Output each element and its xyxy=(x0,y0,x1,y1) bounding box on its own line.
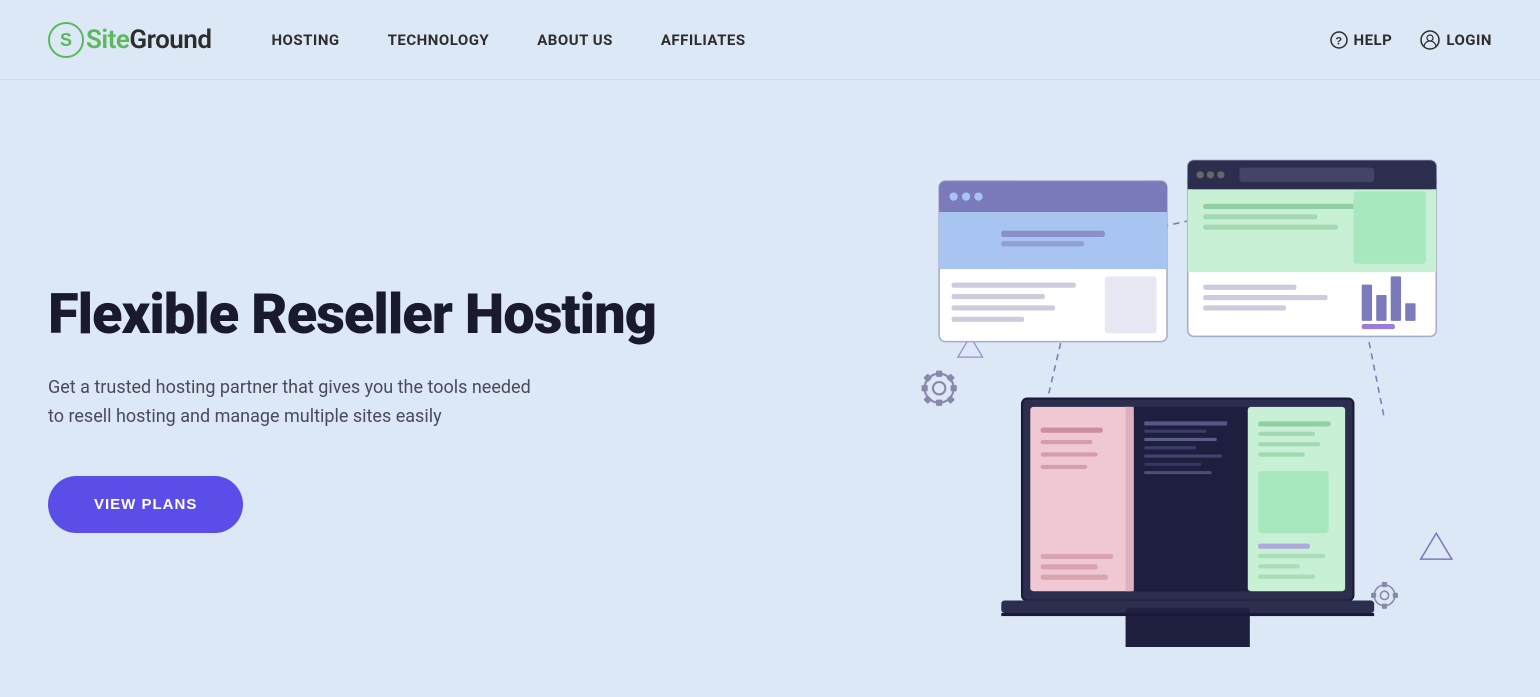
logo-text: SiteGround xyxy=(86,25,211,55)
login-link[interactable]: LOGIN xyxy=(1420,30,1492,50)
nav-right: ? HELP LOGIN xyxy=(1330,30,1493,50)
user-icon xyxy=(1420,30,1440,50)
nav-item-affiliates[interactable]: AFFILIATES xyxy=(661,31,746,49)
logo[interactable]: S SiteGround xyxy=(48,22,211,58)
nav-item-technology[interactable]: TECHNOLOGY xyxy=(388,31,490,49)
view-plans-button[interactable]: VIEW PLANS xyxy=(48,476,243,533)
help-link[interactable]: ? HELP xyxy=(1330,31,1393,49)
svg-text:?: ? xyxy=(1335,35,1342,47)
hero-section: Flexible Reseller Hosting Get a trusted … xyxy=(0,80,1540,697)
hero-subtitle: Get a trusted hosting partner that gives… xyxy=(48,374,548,432)
logo-icon: S xyxy=(48,22,84,58)
help-label: HELP xyxy=(1354,31,1393,49)
nav-item-hosting[interactable]: HOSTING xyxy=(271,31,339,49)
login-label: LOGIN xyxy=(1446,31,1492,49)
reseller-illustration xyxy=(877,150,1457,647)
nav-links: HOSTING TECHNOLOGY ABOUT US AFFILIATES xyxy=(271,31,1329,49)
help-icon: ? xyxy=(1330,31,1348,49)
navbar: S SiteGround HOSTING TECHNOLOGY ABOUT US… xyxy=(0,0,1540,80)
hero-illustration xyxy=(842,149,1492,649)
svg-text:S: S xyxy=(60,30,72,50)
hero-content: Flexible Reseller Hosting Get a trusted … xyxy=(48,264,842,532)
hero-title: Flexible Reseller Hosting xyxy=(48,284,842,346)
nav-item-about-us[interactable]: ABOUT US xyxy=(537,31,613,49)
